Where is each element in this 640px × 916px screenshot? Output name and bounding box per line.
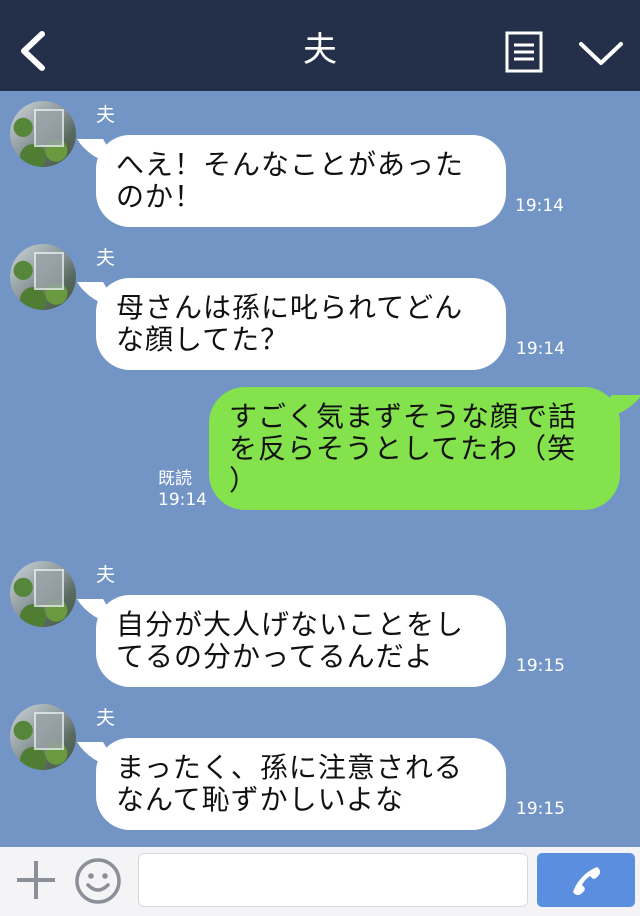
phone-icon	[573, 867, 601, 896]
chevron-down-icon[interactable]	[578, 38, 624, 68]
message-line: 自分が大人げないことをし	[116, 608, 465, 641]
message-time: 19:15	[516, 799, 565, 819]
message-input[interactable]	[138, 853, 528, 907]
message-line: な顔してた？	[116, 323, 290, 356]
message-line: のか！	[116, 180, 204, 213]
message-line: を反らそうとしてたわ（笑	[229, 432, 577, 465]
chat-title: 夫	[303, 30, 337, 70]
message-time: 19:14	[516, 339, 565, 359]
call-button[interactable]	[537, 853, 635, 907]
chat-header: 夫	[0, 0, 640, 91]
message-line: すごく気まずそうな顔で話	[229, 400, 578, 433]
message-line: ）	[229, 464, 259, 497]
message-time: 19:15	[516, 656, 565, 676]
avatar[interactable]	[10, 101, 76, 167]
menu-list-icon[interactable]	[505, 31, 543, 73]
message-line: へえ！そんなことがあった	[116, 148, 465, 181]
message-bubble[interactable]: まったく、孫に注意される なんて恥ずかしいよな	[96, 738, 506, 830]
sender-name: 夫	[96, 247, 116, 269]
avatar[interactable]	[10, 704, 76, 770]
sender-name: 夫	[96, 564, 116, 586]
plus-icon[interactable]	[14, 858, 58, 902]
message-time: 19:14	[158, 490, 207, 510]
message-time: 19:14	[515, 196, 564, 216]
avatar[interactable]	[10, 244, 76, 310]
message-bubble[interactable]: 母さんは孫に叱られてどん な顔してた？	[96, 278, 506, 370]
message-line: なんて恥ずかしいよな	[116, 783, 405, 816]
read-label: 既読	[158, 469, 192, 489]
avatar[interactable]	[10, 561, 76, 627]
sender-name: 夫	[96, 707, 116, 729]
message-line: 母さんは孫に叱られてどん	[116, 291, 464, 324]
emoji-icon[interactable]	[73, 856, 123, 906]
sender-name: 夫	[96, 104, 116, 126]
message-bubble[interactable]: 自分が大人げないことをし てるの分かってるんだよ	[96, 595, 506, 687]
message-bubble[interactable]: へえ！そんなことがあった のか！	[96, 135, 506, 227]
chat-area[interactable]: 夫 へえ！そんなことがあった のか！ 19:14 夫 母さんは孫に叱られてどん …	[0, 91, 640, 847]
read-receipt: 既読 19:14	[158, 469, 207, 511]
message-bubble-outgoing[interactable]: すごく気まずそうな顔で話 を反らそうとしてたわ（笑 ）	[209, 387, 620, 510]
message-line: まったく、孫に注意される	[116, 751, 463, 784]
message-line: てるの分かってるんだよ	[116, 640, 434, 673]
